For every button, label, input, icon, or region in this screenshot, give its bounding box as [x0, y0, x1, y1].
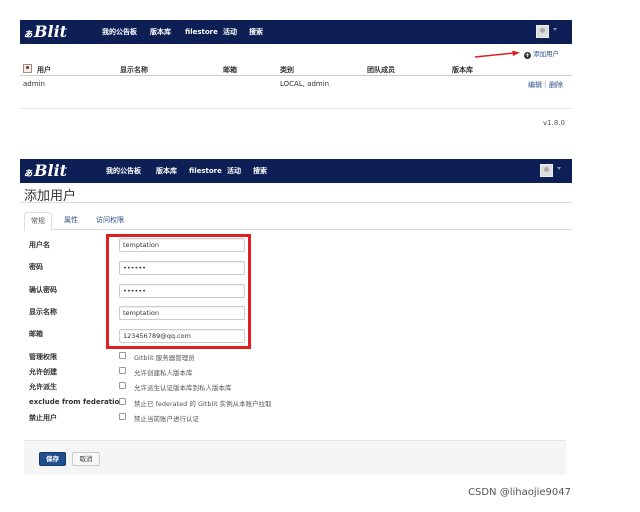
federation-label: exclude from federation [29, 398, 125, 406]
col-type[interactable]: 类别 [280, 65, 294, 75]
logo-prefix-2: ぁ [23, 168, 33, 179]
federation-checkbox[interactable] [119, 398, 126, 405]
password-label: 密码 [29, 263, 43, 271]
nav-search-2[interactable]: 搜索 [253, 159, 267, 183]
table-header: 用户 显示名称 邮箱 类别 团队成员 版本库 [20, 62, 572, 76]
gitblit-logo-2[interactable]: ぁBlit [23, 161, 67, 181]
federation-desc: 禁止已 federated 的 Gitblit 实例从本账户拉取 [134, 400, 272, 408]
cancel-button[interactable]: 取消 [72, 452, 100, 466]
form-actions [24, 440, 566, 475]
top-navbar-2: ぁBlit 我的公告板 版本库 filestore 活动 搜索 [20, 159, 572, 183]
red-highlight-box [106, 234, 251, 349]
disable-label: 禁止用户 [29, 414, 57, 422]
col-email[interactable]: 邮箱 [223, 65, 237, 75]
version-label: v1.8.0 [543, 119, 565, 127]
nav-filestore[interactable]: filestore [185, 20, 218, 44]
admin-desc: Gitblit 服务器管理员 [134, 354, 195, 362]
username-label: 用户名 [29, 241, 50, 249]
cell-type: LOCAL, admin [280, 80, 330, 88]
user-avatar[interactable] [536, 25, 549, 38]
tab-general[interactable]: 常规 [24, 212, 52, 231]
gitblit-logo[interactable]: ぁBlit [23, 22, 67, 42]
col-repositories[interactable]: 版本库 [452, 65, 473, 75]
display-name-label: 显示名称 [29, 308, 57, 316]
save-button[interactable]: 保存 [39, 452, 66, 466]
admin-checkbox[interactable] [119, 352, 126, 359]
nav-activity-2[interactable]: 活动 [227, 159, 241, 183]
nav-filestore-2[interactable]: filestore [189, 159, 222, 183]
plus-circle-icon: + [524, 52, 531, 59]
red-arrow-annotation [474, 51, 520, 58]
title-divider [20, 202, 572, 203]
create-desc: 允许创建私人版本库 [134, 369, 193, 377]
cell-user[interactable]: admin [23, 80, 45, 88]
disable-desc: 禁止当前账户进行认证 [134, 415, 199, 423]
nav-repositories[interactable]: 版本库 [150, 20, 171, 44]
create-checkbox[interactable] [119, 367, 126, 374]
edit-link[interactable]: 编辑 [528, 80, 542, 90]
user-icon [23, 64, 32, 73]
chevron-down-icon[interactable] [553, 28, 557, 31]
nav-search[interactable]: 搜索 [249, 20, 263, 44]
table-row: admin LOCAL, admin 编辑 | 删除 [20, 76, 572, 91]
col-display-name[interactable]: 显示名称 [120, 65, 148, 75]
admin-label: 管理权限 [29, 353, 57, 361]
logo-text-2: Blit [34, 161, 68, 180]
fork-desc: 允许派生认证版本库到私人版本库 [134, 384, 232, 392]
fork-label: 允许派生 [29, 383, 57, 391]
tab-access-permissions[interactable]: 访问权限 [90, 212, 130, 230]
link-divider: | [544, 80, 547, 88]
nav-dashboard-2[interactable]: 我的公告板 [106, 159, 141, 183]
nav-dashboard[interactable]: 我的公告板 [102, 20, 137, 44]
chevron-down-icon-2[interactable] [557, 167, 561, 170]
nav-repositories-2[interactable]: 版本库 [156, 159, 177, 183]
col-user[interactable]: 用户 [37, 65, 51, 75]
logo-prefix: ぁ [23, 29, 33, 40]
create-label: 允许创建 [29, 368, 57, 376]
add-user-link[interactable]: + 添加用户 [524, 48, 559, 59]
delete-link[interactable]: 删除 [549, 80, 563, 90]
tab-attributes[interactable]: 属性 [58, 212, 84, 230]
confirm-password-label: 确认密码 [29, 286, 57, 294]
user-avatar-2[interactable] [540, 164, 553, 177]
top-navbar: ぁBlit 我的公告板 版本库 filestore 活动 搜索 [20, 20, 572, 44]
fork-checkbox[interactable] [119, 382, 126, 389]
add-user-label: 添加用户 [533, 50, 559, 58]
email-label: 邮箱 [29, 330, 43, 338]
logo-text: Blit [34, 22, 68, 41]
watermark: CSDN @lihaojie9047 [468, 487, 571, 498]
disable-checkbox[interactable] [119, 413, 126, 420]
footer-divider [20, 108, 572, 109]
col-teams[interactable]: 团队成员 [367, 65, 395, 75]
tab-bar: 常规 属性 访问权限 [24, 212, 572, 231]
nav-activity[interactable]: 活动 [223, 20, 237, 44]
